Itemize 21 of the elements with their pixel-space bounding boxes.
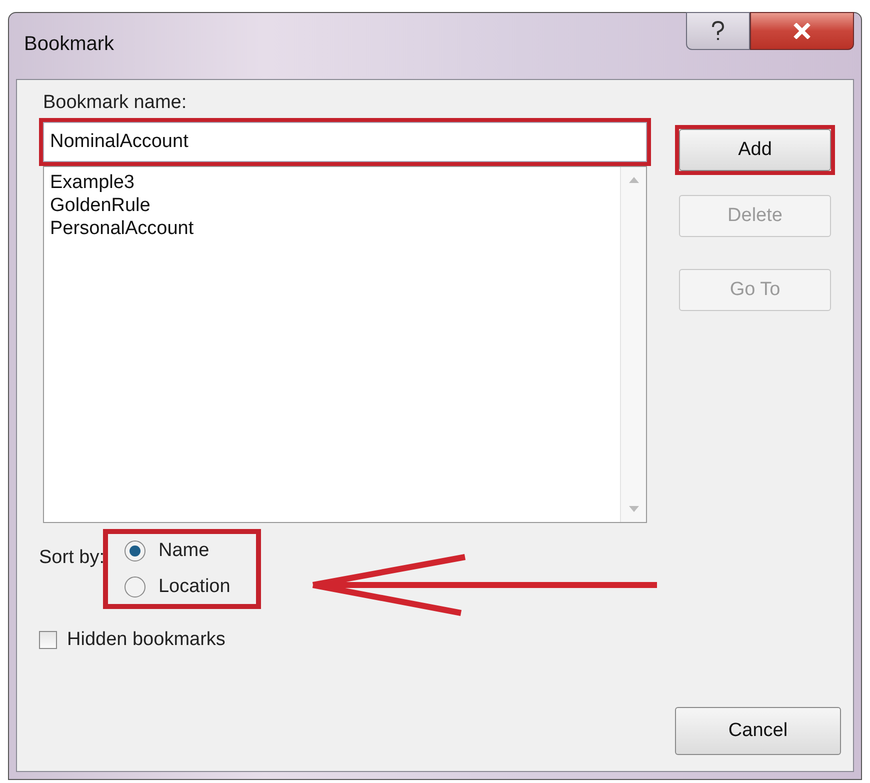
bookmark-name-field[interactable]: NominalAccount: [43, 122, 647, 162]
radio-label[interactable]: Location: [158, 576, 230, 598]
list-item[interactable]: PersonalAccount: [50, 217, 194, 240]
help-icon: [711, 21, 725, 41]
scroll-up-icon[interactable]: [628, 177, 638, 183]
help-button[interactable]: [686, 12, 750, 50]
dialog-button[interactable]: Add: [679, 129, 831, 171]
sort-label: Sort by:: [39, 547, 104, 569]
field-label: Bookmark name:: [43, 92, 188, 114]
window-title: Bookmark: [24, 33, 114, 56]
cancel-button[interactable]: Cancel: [675, 707, 841, 755]
scroll-down-icon[interactable]: [628, 506, 638, 512]
radio-button[interactable]: [124, 540, 146, 562]
radio-button[interactable]: [124, 576, 146, 598]
radio-label[interactable]: Name: [158, 540, 210, 562]
list-item[interactable]: Example3: [50, 171, 134, 194]
close-button[interactable]: [750, 12, 854, 50]
list-item[interactable]: GoldenRule: [50, 194, 150, 217]
close-icon: [793, 23, 811, 39]
checkbox[interactable]: [39, 631, 57, 649]
checkbox-label[interactable]: Hidden bookmarks: [67, 629, 226, 651]
